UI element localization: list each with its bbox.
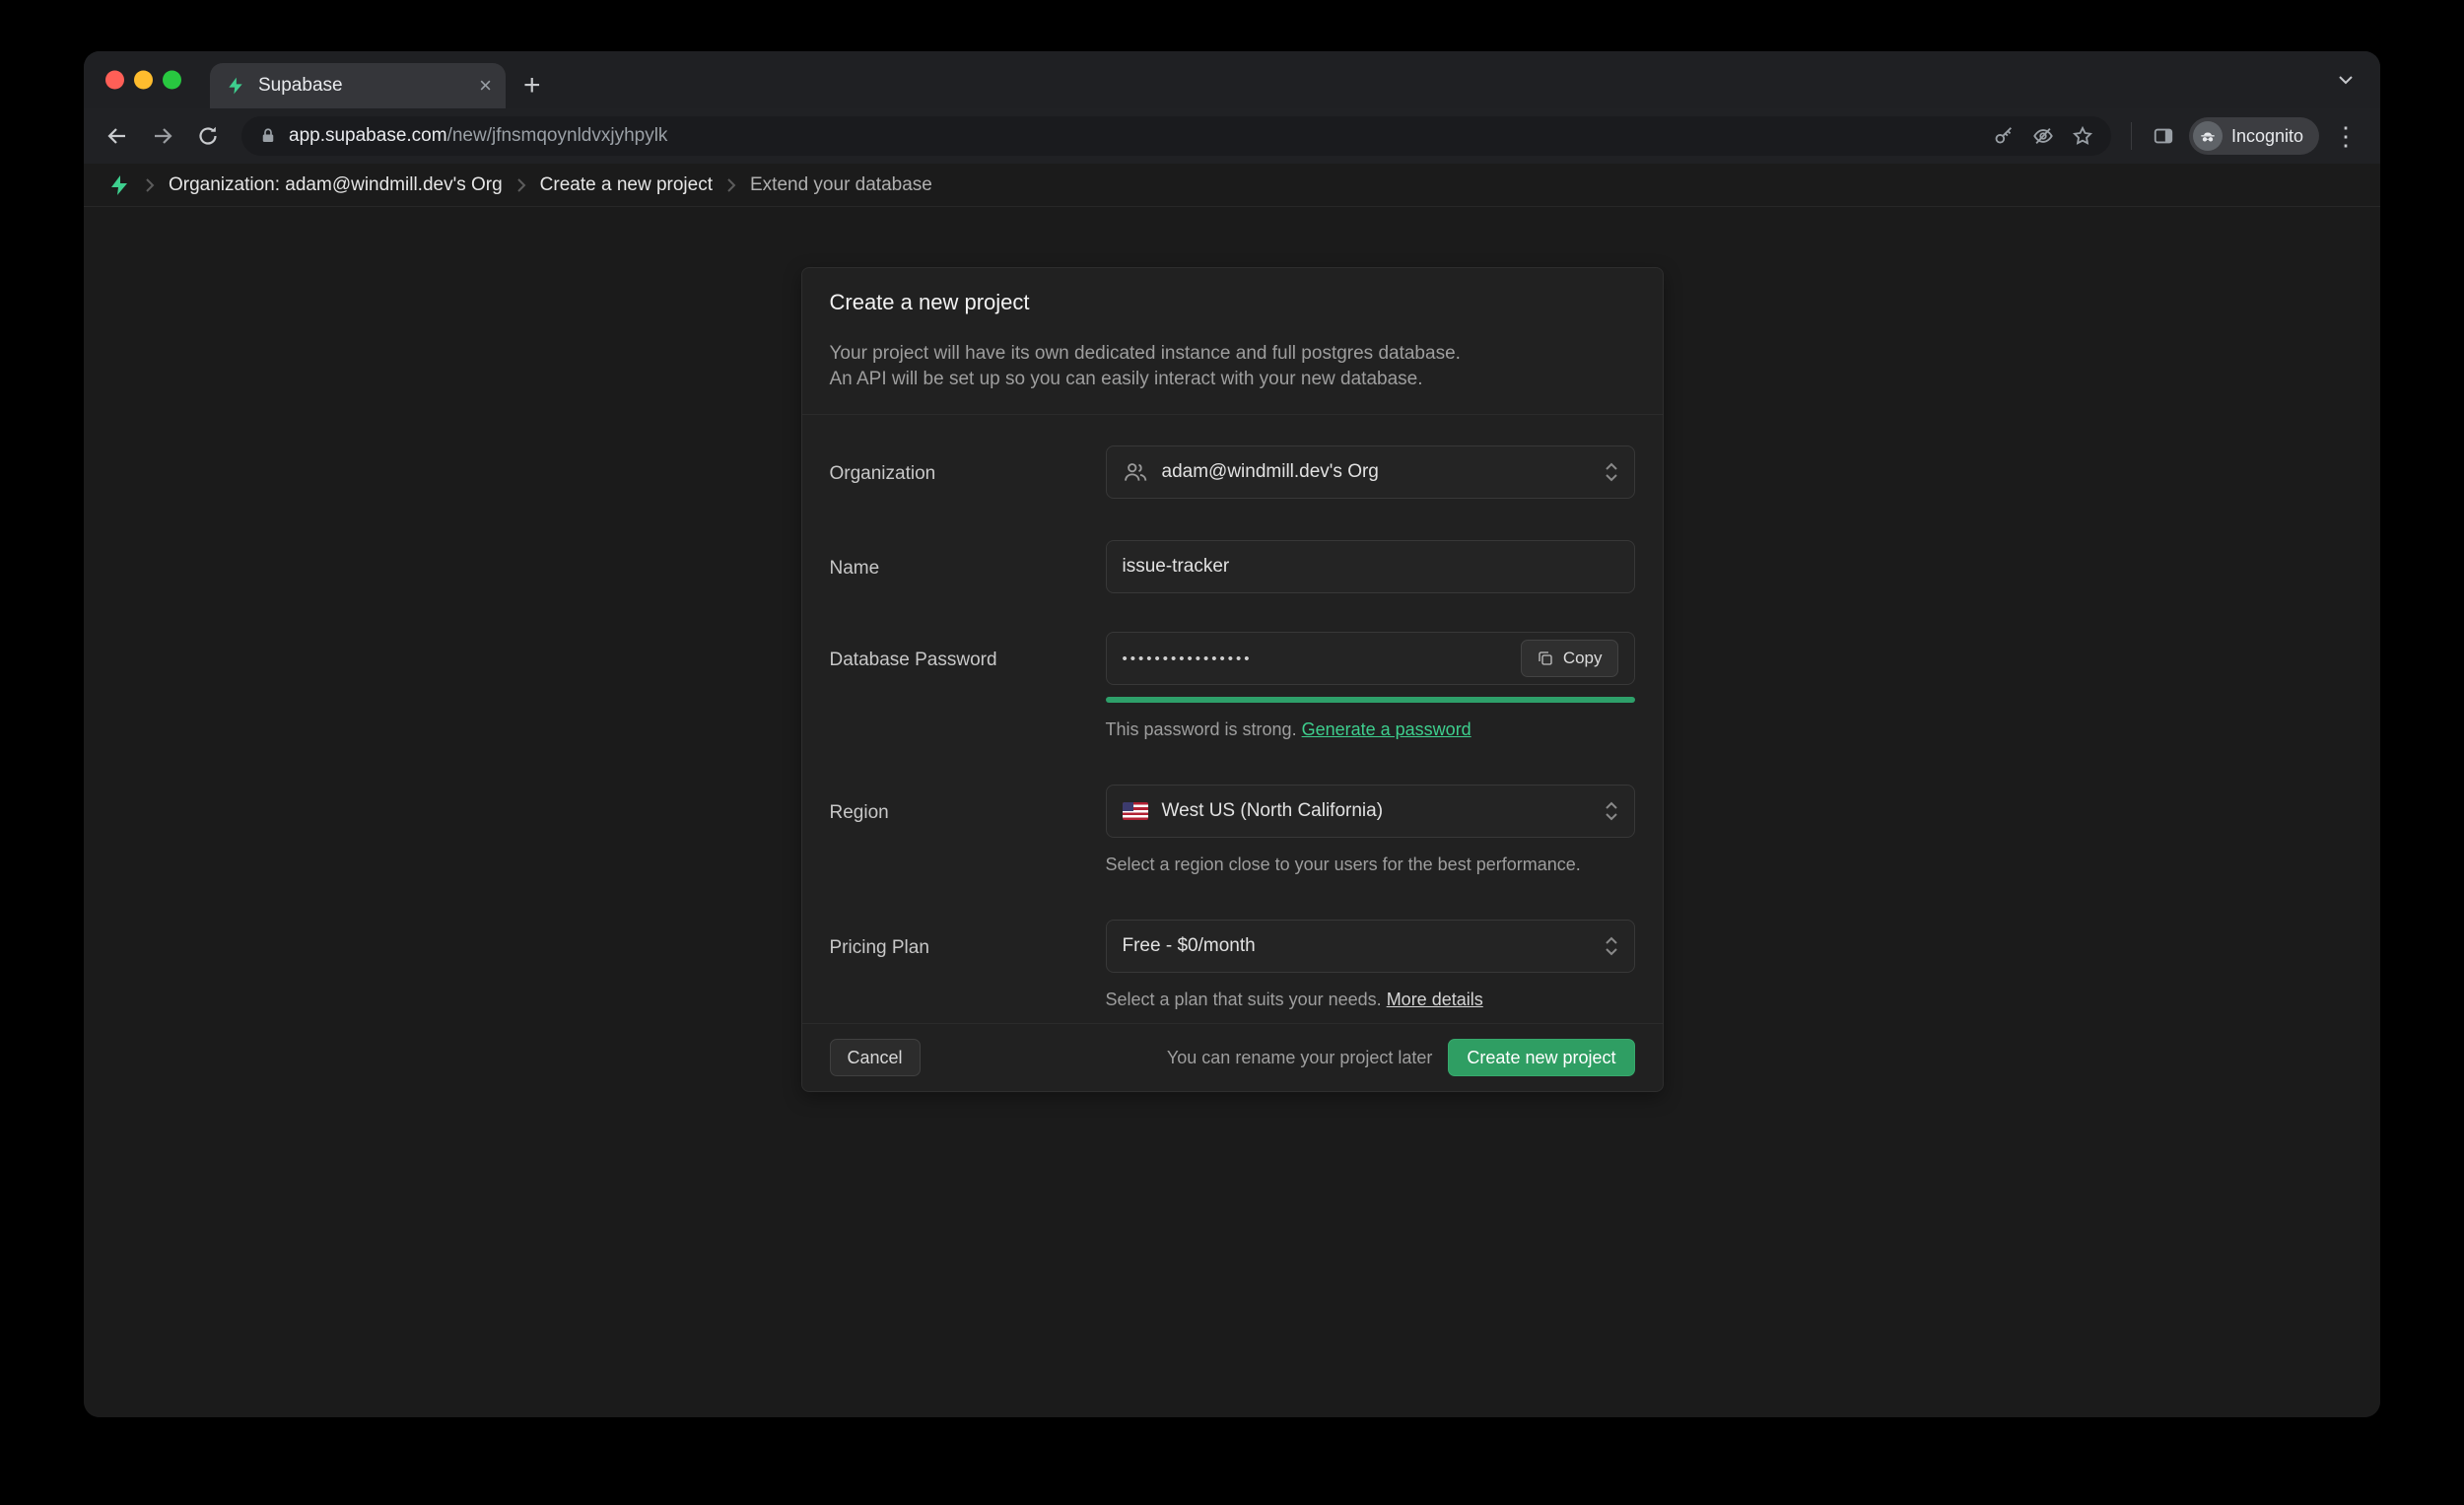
pricing-helper: Select a plan that suits your needs. Mor… xyxy=(1106,989,1635,1010)
password-label: Database Password xyxy=(830,632,1106,671)
maximize-window-button[interactable] xyxy=(163,71,181,90)
chevron-right-icon xyxy=(726,177,736,193)
users-icon xyxy=(1123,459,1148,485)
supabase-favicon-icon xyxy=(224,74,247,98)
password-strength-text: This password is strong. xyxy=(1106,719,1297,739)
address-bar[interactable]: app.supabase.com/new/jfnsmqoynldvxjyhpyl… xyxy=(241,116,2111,156)
close-tab-icon[interactable]: × xyxy=(479,75,492,97)
copy-button-label: Copy xyxy=(1563,649,1603,668)
supabase-page: Organization: adam@windmill.dev's Org Cr… xyxy=(84,164,2380,1417)
tab-search-chevron-icon[interactable] xyxy=(2337,74,2355,86)
description-line-2: An API will be set up so you can easily … xyxy=(830,367,1635,392)
copy-icon xyxy=(1537,650,1554,667)
region-select[interactable]: West US (North California) xyxy=(1106,785,1635,838)
incognito-label: Incognito xyxy=(2231,126,2303,147)
pricing-row: Pricing Plan Free - $0/month Select a pl… xyxy=(830,920,1635,1010)
us-flag-icon xyxy=(1123,802,1148,820)
eye-slash-icon[interactable] xyxy=(2032,125,2054,147)
region-helper: Select a region close to your users for … xyxy=(1106,854,1635,875)
chevron-right-icon xyxy=(145,177,155,193)
pricing-field-group: Free - $0/month Select a plan that suits… xyxy=(1106,920,1635,1010)
url-text: app.supabase.com/new/jfnsmqoynldvxjyhpyl… xyxy=(289,125,1981,147)
chevron-right-icon xyxy=(516,177,526,193)
card-header: Create a new project Your project will h… xyxy=(802,268,1663,414)
pricing-value: Free - $0/month xyxy=(1123,935,1256,957)
lock-icon xyxy=(259,126,277,146)
description-line-1: Your project will have its own dedicated… xyxy=(830,341,1635,367)
region-value: West US (North California) xyxy=(1162,800,1384,822)
password-masked-value: •••••••••••••••• xyxy=(1123,650,1253,667)
copy-password-button[interactable]: Copy xyxy=(1521,640,1618,677)
forward-button[interactable] xyxy=(143,116,182,156)
create-project-card: Create a new project Your project will h… xyxy=(801,267,1664,1092)
password-strength-bar xyxy=(1106,697,1635,703)
incognito-avatar-icon xyxy=(2193,121,2223,151)
toolbar-separator xyxy=(2131,122,2132,150)
traffic-lights xyxy=(105,71,181,90)
organization-row: Organization adam@windmill.dev's Org xyxy=(830,445,1635,499)
name-label: Name xyxy=(830,540,1106,580)
side-panel-icon[interactable] xyxy=(2144,116,2183,156)
region-row: Region West US (North California) Select… xyxy=(830,785,1635,875)
select-chevrons-icon xyxy=(1605,934,1618,958)
select-chevrons-icon xyxy=(1605,460,1618,484)
close-window-button[interactable] xyxy=(105,71,124,90)
password-input[interactable]: •••••••••••••••• Copy xyxy=(1106,632,1635,685)
pricing-select[interactable]: Free - $0/month xyxy=(1106,920,1635,973)
page-body: Create a new project Your project will h… xyxy=(84,207,2380,1417)
browser-toolbar: app.supabase.com/new/jfnsmqoynldvxjyhpyl… xyxy=(84,108,2380,164)
breadcrumb-create-project[interactable]: Create a new project xyxy=(540,174,713,196)
organization-select[interactable]: adam@windmill.dev's Org xyxy=(1106,445,1635,499)
organization-label: Organization xyxy=(830,445,1106,485)
breadcrumb-extend-database[interactable]: Extend your database xyxy=(750,174,932,196)
browser-tab-supabase[interactable]: Supabase × xyxy=(210,63,506,108)
card-description: Your project will have its own dedicated… xyxy=(830,341,1635,392)
pricing-label: Pricing Plan xyxy=(830,920,1106,959)
password-strength-helper: This password is strong. Generate a pass… xyxy=(1106,718,1635,740)
supabase-logo-icon[interactable] xyxy=(107,173,131,197)
browser-menu-icon[interactable]: ⋮ xyxy=(2325,121,2366,152)
breadcrumb: Organization: adam@windmill.dev's Org Cr… xyxy=(84,164,2380,207)
profile-incognito-badge[interactable]: Incognito xyxy=(2189,117,2319,155)
minimize-window-button[interactable] xyxy=(134,71,153,90)
browser-window: Supabase × + app.supabase.com/new/jfnsmq… xyxy=(84,51,2380,1417)
reload-button[interactable] xyxy=(188,116,228,156)
url-host: app.supabase.com xyxy=(289,125,447,146)
region-field-group: West US (North California) Select a regi… xyxy=(1106,785,1635,875)
project-name-input[interactable] xyxy=(1106,540,1635,593)
cancel-button[interactable]: Cancel xyxy=(830,1039,921,1076)
project-form: Organization adam@windmill.dev's Org xyxy=(802,415,1663,1023)
create-new-project-button[interactable]: Create new project xyxy=(1448,1039,1634,1076)
password-key-icon[interactable] xyxy=(1993,125,2015,147)
bookmark-star-icon[interactable] xyxy=(2072,125,2093,147)
back-button[interactable] xyxy=(98,116,137,156)
rename-note: You can rename your project later xyxy=(1167,1048,1433,1068)
generate-password-link[interactable]: Generate a password xyxy=(1302,719,1472,739)
password-row: Database Password •••••••••••••••• Copy xyxy=(830,632,1635,740)
omnibox-actions xyxy=(1993,125,2093,147)
page-title: Create a new project xyxy=(830,290,1635,315)
tab-title: Supabase xyxy=(258,75,468,97)
url-path: /new/jfnsmqoynldvxjyhpylk xyxy=(447,125,668,146)
region-label: Region xyxy=(830,785,1106,824)
new-tab-button[interactable]: + xyxy=(523,71,541,101)
select-chevrons-icon xyxy=(1605,799,1618,823)
password-field-group: •••••••••••••••• Copy This p xyxy=(1106,632,1635,740)
organization-value: adam@windmill.dev's Org xyxy=(1162,461,1379,483)
pricing-helper-text: Select a plan that suits your needs. xyxy=(1106,990,1382,1009)
name-row: Name xyxy=(830,540,1635,593)
tab-strip: Supabase × + xyxy=(84,51,2380,108)
more-details-link[interactable]: More details xyxy=(1387,990,1483,1009)
card-footer: Cancel You can rename your project later… xyxy=(802,1023,1663,1091)
breadcrumb-organization[interactable]: Organization: adam@windmill.dev's Org xyxy=(169,174,503,196)
